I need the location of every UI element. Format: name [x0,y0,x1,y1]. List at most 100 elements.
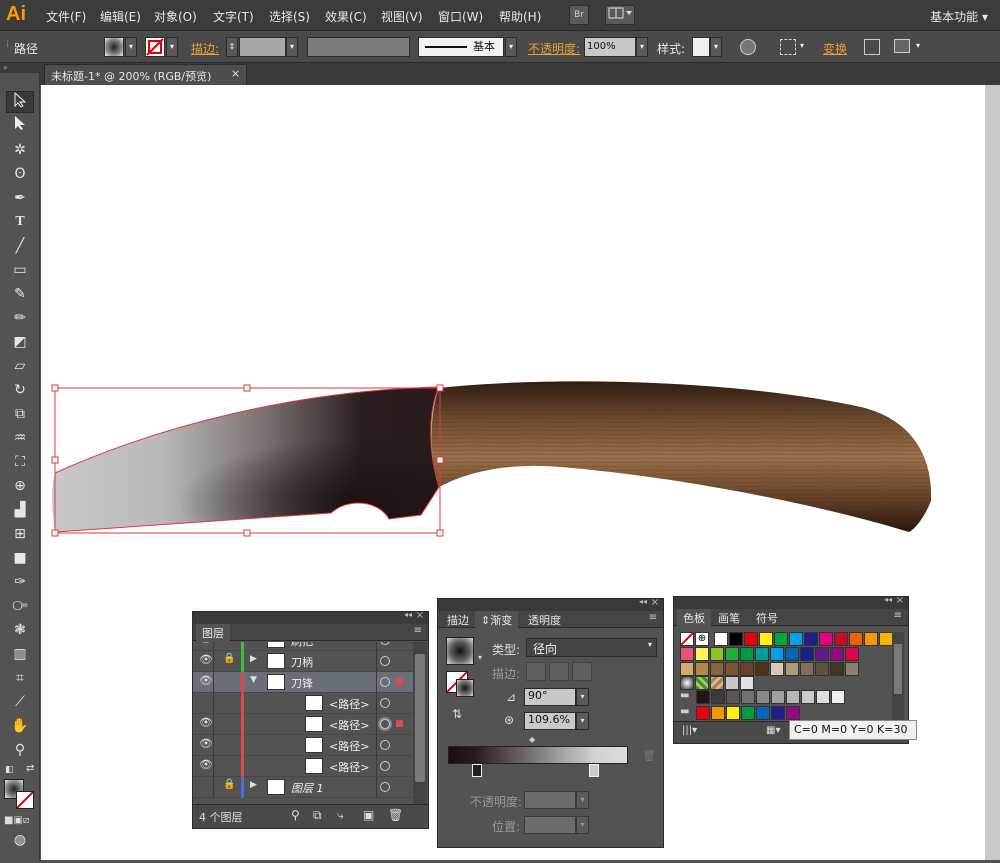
stop-location-dropdown[interactable]: ▾ [576,816,589,834]
layer-row[interactable]: 👁 <路径> [193,735,413,756]
close-panel-icon[interactable]: × [896,595,904,606]
pen-tool-icon[interactable]: ✒ [6,187,34,209]
isolate-icon[interactable] [864,39,880,55]
stop-opacity-input[interactable] [524,791,576,809]
close-panel-icon[interactable]: × [416,610,424,621]
color-group-folder-icon[interactable]: ▬ [680,690,689,701]
delete-layer-icon[interactable]: 🗑 [388,808,403,822]
tab-swatches[interactable]: 色板 [677,609,711,626]
color-swatch[interactable] [755,662,769,676]
tab-brushes[interactable]: 画笔 [712,609,746,626]
layer-row[interactable]: 👁 ▼ 刀锋 [193,672,413,693]
brush-definition-box[interactable]: 基本 [418,37,504,57]
eraser-tool-icon[interactable]: ▱ [6,355,34,377]
color-swatch[interactable] [711,690,725,704]
color-swatch[interactable] [879,632,893,646]
gradient-stop-dark[interactable] [472,764,482,777]
menu-edit[interactable]: 编辑(E) [100,8,141,25]
color-swatch[interactable] [785,647,799,661]
chevron-down-icon[interactable]: ▼ [250,675,257,685]
visibility-eye-icon[interactable]: 👁 [199,653,213,666]
color-swatch[interactable] [785,662,799,676]
drawing-mode-icon[interactable]: ◍ [6,829,34,851]
color-swatch[interactable] [759,632,773,646]
aspect-ratio-dropdown[interactable]: ▾ [576,712,589,730]
mesh-tool-icon[interactable]: ⊞ [6,523,34,545]
color-swatch[interactable] [845,662,859,676]
color-swatch[interactable] [771,690,785,704]
swap-colors-icon[interactable]: ⇄ [26,763,34,774]
color-swatch[interactable] [725,647,739,661]
color-swatch[interactable] [740,647,754,661]
color-swatch[interactable] [864,632,878,646]
shape-builder-tool-icon[interactable]: ⊕ [6,475,34,497]
stroke-weight-input[interactable] [239,37,286,57]
pattern-swatch[interactable] [695,676,709,690]
color-swatch[interactable] [815,662,829,676]
stroke-dropdown[interactable]: ▾ [166,37,178,57]
color-swatch[interactable] [741,690,755,704]
panel-menu-icon[interactable] [894,39,910,53]
target-circle-icon[interactable] [380,656,390,666]
visibility-eye-icon[interactable]: 👁 [199,674,213,687]
color-swatch[interactable] [770,662,784,676]
target-circle-icon[interactable] [380,719,390,729]
menu-effect[interactable]: 效果(C) [325,8,367,25]
visibility-eye-icon[interactable]: 👁 [199,716,213,729]
pattern-swatch[interactable] [680,676,694,690]
color-swatch[interactable] [725,662,739,676]
swatches-scrollbar[interactable] [892,632,904,720]
visibility-eye-icon[interactable]: 👁 [199,642,213,645]
blob-brush-tool-icon[interactable]: ◩ [6,331,34,353]
color-swatch[interactable] [729,632,743,646]
color-swatch[interactable] [774,632,788,646]
chevron-right-icon[interactable]: ▶ [250,780,257,790]
color-swatch[interactable] [831,690,845,704]
target-circle-icon[interactable] [380,642,390,645]
graph-tool-icon[interactable]: ▥ [6,643,34,665]
collapse-icon[interactable]: ◂◂ [404,610,412,619]
opacity-dropdown[interactable]: ▾ [636,37,648,57]
document-tab[interactable]: 未标题-1* @ 200% (RGB/预览) × [44,64,247,85]
column-graph-tool-icon[interactable]: ▟ [6,499,34,521]
stop-location-input[interactable] [524,816,576,834]
color-swatch[interactable] [680,647,694,661]
lock-icon[interactable]: 🔒 [223,653,235,664]
menu-window[interactable]: 窗口(W) [438,8,483,25]
color-swatch[interactable] [771,706,785,720]
new-layer-icon[interactable]: ▣ [363,808,374,822]
close-tab-icon[interactable]: × [231,67,240,80]
menu-view[interactable]: 视图(V) [381,8,423,25]
gradient-preview-swatch[interactable] [446,637,474,665]
layer-name[interactable]: 刷把 [291,642,313,649]
selection-square-icon[interactable] [396,678,403,685]
tab-gradient[interactable]: ⇕渐变 [475,611,519,628]
scale-tool-icon[interactable]: ⧉ [6,403,34,425]
gradient-presets-dropdown[interactable]: ▾ [478,653,482,662]
apply-within-stroke-icon[interactable] [526,662,546,681]
color-swatch[interactable] [696,706,710,720]
hand-tool-icon[interactable]: ✋ [6,715,34,737]
chevron-right-icon[interactable]: ▶ [250,642,257,643]
color-swatch[interactable] [815,647,829,661]
lasso-tool-icon[interactable]: ʘ [6,163,34,185]
visibility-eye-icon[interactable]: 👁 [199,737,213,750]
color-swatch[interactable] [710,662,724,676]
zoom-tool-icon[interactable]: ⚲ [6,739,34,761]
color-swatch[interactable] [830,647,844,661]
layer-row[interactable]: 👁 <路径> [193,714,413,735]
gradient-fill-swatch[interactable] [456,679,474,697]
layer-name[interactable]: <路径> [329,759,369,775]
paintbrush-tool-icon[interactable]: ✎ [6,283,34,305]
brush-dropdown[interactable]: ▾ [505,37,517,57]
color-swatch[interactable] [756,706,770,720]
opacity-label[interactable]: 不透明度: [528,40,580,57]
layer-name[interactable]: 刀柄 [291,654,313,670]
color-swatch[interactable] [845,647,859,661]
color-swatch[interactable] [786,706,800,720]
magic-wand-tool-icon[interactable]: ✲ [6,139,34,161]
color-mode-icons[interactable]: ■▣⧄ [4,815,29,826]
apply-along-stroke-icon[interactable] [549,662,569,681]
color-swatch[interactable] [849,632,863,646]
layers-scroll-thumb[interactable] [415,654,425,782]
